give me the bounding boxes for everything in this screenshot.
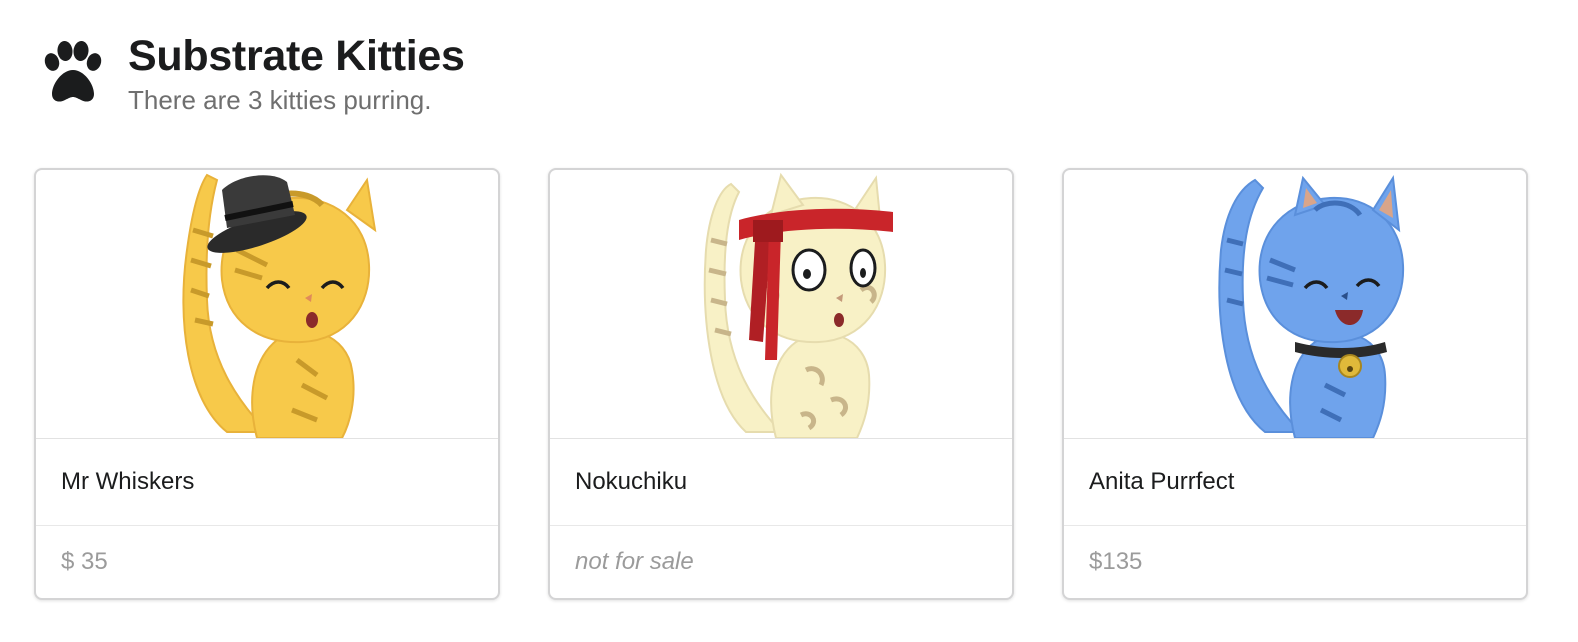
kitty-name: Mr Whiskers bbox=[36, 439, 498, 526]
header: Substrate Kitties There are 3 kitties pu… bbox=[38, 30, 465, 116]
kitty-card[interactable]: Anita Purrfect $135 bbox=[1062, 168, 1528, 600]
kitty-card[interactable]: Nokuchiku not for sale bbox=[548, 168, 1014, 600]
page: Substrate Kitties There are 3 kitties pu… bbox=[0, 0, 1578, 642]
kitty-image bbox=[1064, 170, 1526, 439]
kitty-image bbox=[36, 170, 498, 439]
paw-icon bbox=[44, 41, 102, 102]
kitty-name: Anita Purrfect bbox=[1064, 439, 1526, 526]
kitty-price: not for sale bbox=[575, 548, 694, 575]
page-subtitle: There are 3 kitties purring. bbox=[128, 85, 432, 115]
cat-with-red-headband-image bbox=[703, 172, 893, 438]
title-block: Substrate Kitties There are 3 kitties pu… bbox=[128, 30, 465, 116]
kitty-price: $ 35 bbox=[61, 548, 108, 575]
kitty-cards: Mr Whiskers $ 35 Nokuchiku not for sale … bbox=[34, 168, 1528, 600]
page-title: Substrate Kitties bbox=[128, 32, 465, 80]
kitty-card[interactable]: Mr Whiskers $ 35 bbox=[34, 168, 500, 600]
kitty-name: Nokuchiku bbox=[550, 439, 1012, 526]
kitty-price: $135 bbox=[1089, 548, 1143, 575]
cat-with-top-hat-image bbox=[182, 173, 377, 438]
cat-with-collar-bell-image bbox=[1218, 175, 1405, 438]
kitty-image bbox=[550, 170, 1012, 439]
